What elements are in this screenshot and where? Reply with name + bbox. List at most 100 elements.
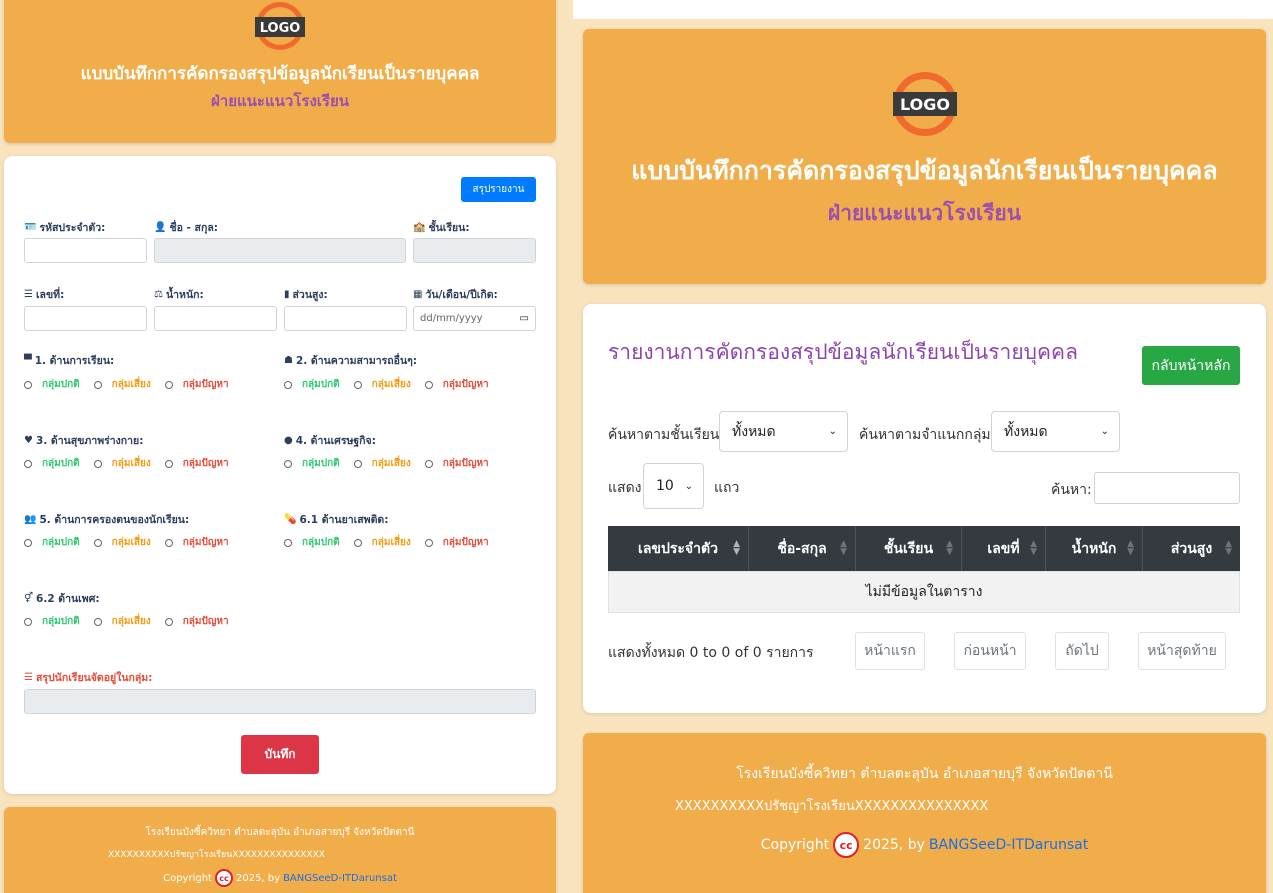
footer-card-left: โรงเรียนบังซี้ควิทยา ตำบลตะลุบัน อำเภอสา…	[4, 807, 556, 893]
filter-class-label: ค้นหาตามชั้นเรียน:	[608, 427, 725, 443]
aspect-6-2-label: ⚥ 6.2 ด้านเพศ:	[24, 593, 100, 605]
sort-icon: ▲ ▼	[946, 539, 953, 557]
logo: LOGO	[891, 65, 959, 143]
aspect-3-label: ♥ 3. ด้านสุขภาพร่างกาย:	[24, 435, 144, 447]
radio-button[interactable]	[164, 380, 173, 389]
calendar-icon: ▦	[413, 289, 423, 300]
number-input[interactable]	[24, 306, 147, 331]
filter-class-select[interactable]: ทั้งหมด ⌄	[719, 411, 848, 452]
aspect-5-label: 👥 5. ด้านการครองตนของนักเรียน:	[24, 514, 190, 526]
class-input[interactable]	[413, 238, 536, 263]
footer-motto: XXXXXXXXXXปรัชญาโรงเรียนXXXXXXXXXXXXXXX	[675, 799, 989, 814]
chevron-down-icon: ⌄	[828, 426, 837, 437]
summary-label: ☰ สรุปนักเรียนจัดอยู่ในกลุ่ม:	[24, 672, 153, 684]
author-link[interactable]: BANGSeeD-ITDarunsat	[929, 837, 1088, 853]
column-header[interactable]: น้ำหนัก ▲ ▼	[1046, 526, 1143, 571]
birthdate-label: ▦ วัน/เดือน/ปีเกิด:	[413, 289, 498, 301]
report-title: รายงานการคัดกรองสรุปข้อมูลนักเรียนเป็นรา…	[608, 340, 1078, 364]
report-card: รายงานการคัดกรองสรุปข้อมูลนักเรียนเป็นรา…	[583, 304, 1266, 713]
previous-page-button[interactable]: ก่อนหน้า	[954, 632, 1026, 670]
radio-button[interactable]	[424, 459, 433, 468]
book-icon: ▀	[24, 355, 32, 366]
column-header[interactable]: ส่วนสูง ▲ ▼	[1143, 526, 1240, 571]
radio-button[interactable]	[353, 380, 362, 389]
name-input[interactable]	[154, 238, 406, 263]
radio-button[interactable]	[93, 538, 102, 547]
radio-button[interactable]	[353, 459, 362, 468]
column-header[interactable]: ชื่อ-สกุล ▲ ▼	[749, 526, 856, 571]
footer-card-right: โรงเรียนบังซี้ควิทยา ตำบลตะลุบัน อำเภอสา…	[583, 733, 1266, 893]
radio-button[interactable]	[424, 538, 433, 547]
gender-icon: ⚥	[24, 593, 34, 604]
back-home-button[interactable]: กลับหน้าหลัก	[1142, 346, 1240, 385]
height-input[interactable]	[284, 306, 407, 331]
aspect-1-options[interactable]: กลุ่มปกติ กลุ่มเสี่ยง กลุ่มปัญหา	[24, 377, 243, 392]
filter-group-label: ค้นหาตามจำแนกกลุ่ม:	[859, 427, 996, 443]
table-info: แสดงทั้งหมด 0 to 0 of 0 รายการ	[608, 645, 814, 661]
aspect-4-options[interactable]: กลุ่มปกติ กลุ่มเสี่ยง กลุ่มปัญหา	[284, 456, 503, 471]
aspect-2-options[interactable]: กลุ่มปกติ กลุ่มเสี่ยง กลุ่มปัญหา	[284, 377, 503, 392]
number-label: ☰ เลขที่:	[24, 289, 65, 301]
aspect-5-options[interactable]: กลุ่มปกติ กลุ่มเสี่ยง กลุ่มปัญหา	[24, 535, 243, 550]
logo-text: LOGO	[900, 95, 950, 114]
coins-icon: ●	[284, 435, 293, 446]
sort-icon: ▲ ▼	[733, 539, 740, 557]
rows-label: แถว	[714, 480, 740, 496]
radio-button[interactable]	[164, 617, 173, 626]
radio-button[interactable]	[24, 380, 32, 389]
radio-button[interactable]	[424, 380, 433, 389]
search-label: ค้นหา:	[1051, 482, 1092, 498]
form-card: สรุปรายงาน 🪪 รหัสประจำตัว: 👤 ชื่อ - สกุล: …	[4, 156, 556, 794]
page-length-select[interactable]: 10 ⌄	[643, 463, 704, 509]
radio-button[interactable]	[93, 459, 102, 468]
next-page-button[interactable]: ถัดไป	[1055, 632, 1109, 670]
radio-button[interactable]	[164, 538, 173, 547]
logo-text: LOGO	[260, 21, 301, 36]
footer-school: โรงเรียนบังซี้ควิทยา ตำบลตะลุบัน อำเภอสา…	[145, 827, 415, 838]
chevron-down-icon: ⌄	[1100, 426, 1109, 437]
save-button[interactable]: บันทึก	[241, 735, 319, 774]
author-link[interactable]: BANGSeeD-ITDarunsat	[283, 873, 397, 884]
search-input[interactable]	[1094, 472, 1240, 504]
users-icon: 👥	[24, 514, 37, 525]
radio-button[interactable]	[24, 617, 32, 626]
radio-button[interactable]	[284, 538, 292, 547]
report-button[interactable]: สรุปรายงาน	[461, 177, 536, 202]
left-panel: LOGO แบบบันทึกการคัดกรองสรุปข้อมูลนักเรี…	[0, 0, 564, 893]
name-label: 👤 ชื่อ - สกุล:	[154, 222, 218, 234]
column-header[interactable]: เลขประจำตัว ▲ ▼	[608, 526, 749, 571]
radio-button[interactable]	[164, 459, 173, 468]
weight-label: ⚖ น้ำหนัก:	[154, 289, 204, 301]
right-panel: LOGO แบบบันทึกการคัดกรองสรุปข้อมูลนักเรี…	[573, 0, 1273, 893]
page-title: แบบบันทึกการคัดกรองสรุปข้อมูลนักเรียนเป็…	[80, 64, 480, 84]
radio-button[interactable]	[24, 538, 32, 547]
report-page-subtitle: ฝ่ายแนะแนวโรงเรียน	[827, 201, 1022, 225]
radio-button[interactable]	[284, 380, 292, 389]
last-page-button[interactable]: หน้าสุดท้าย	[1138, 632, 1226, 670]
first-page-button[interactable]: หน้าแรก	[855, 632, 925, 670]
summary-input[interactable]	[24, 689, 536, 714]
ruler-icon: ▮	[284, 289, 290, 300]
calendar-picker-icon[interactable]: ▭	[520, 313, 529, 324]
column-header[interactable]: ชั้นเรียน ▲ ▼	[856, 526, 962, 571]
radio-button[interactable]	[353, 538, 362, 547]
show-label: แสดง	[608, 480, 642, 496]
page-subtitle: ฝ่ายแนะแนวโรงเรียน	[211, 92, 349, 110]
user-icon: 👤	[154, 222, 167, 233]
column-header[interactable]: เลขที่ ▲ ▼	[962, 526, 1046, 571]
birthdate-input[interactable]: dd/mm/yyyy ▭	[413, 306, 536, 331]
radio-button[interactable]	[284, 459, 292, 468]
report-header-card: LOGO แบบบันทึกการคัดกรองสรุปข้อมูลนักเรี…	[583, 29, 1266, 284]
aspect-6-1-label: 💊 6.1 ด้านยาเสพติด:	[284, 514, 389, 526]
radio-button[interactable]	[24, 459, 32, 468]
filter-group-select[interactable]: ทั้งหมด ⌄	[991, 411, 1120, 452]
aspect-6-2-options[interactable]: กลุ่มปกติ กลุ่มเสี่ยง กลุ่มปัญหา	[24, 614, 243, 629]
aspect-6-1-options[interactable]: กลุ่มปกติ กลุ่มเสี่ยง กลุ่มปัญหา	[284, 535, 503, 550]
radio-button[interactable]	[93, 617, 102, 626]
student-id-input[interactable]	[24, 238, 147, 263]
aspect-3-options[interactable]: กลุ่มปกติ กลุ่มเสี่ยง กลุ่มปัญหา	[24, 456, 243, 471]
weight-icon: ⚖	[154, 289, 163, 300]
weight-input[interactable]	[154, 306, 277, 331]
id-card-icon: 🪪	[24, 222, 37, 233]
radio-button[interactable]	[93, 380, 102, 389]
